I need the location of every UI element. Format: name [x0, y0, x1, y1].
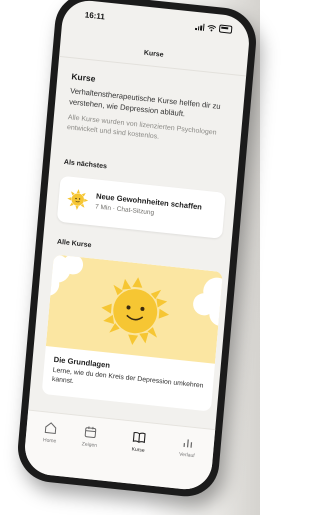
tab-zeigen[interactable]: Zeigen [71, 423, 109, 450]
course-illustration [41, 254, 223, 364]
phone-screen: 16:11 Kurse Kurse Verhaltenstherapeutisc… [22, 0, 252, 492]
sun-icon [67, 189, 89, 211]
tab-kurse-label: Kurse [131, 446, 145, 454]
course-description: Lerne, wie du den Kreis der Depression u… [51, 366, 204, 390]
book-icon [132, 431, 146, 444]
calendar-icon [84, 426, 97, 438]
all-courses-heading: Alle Kurse [56, 238, 92, 250]
chart-icon [183, 439, 193, 448]
status-time: 16:11 [84, 10, 106, 22]
tab-home-label: Home [42, 437, 57, 445]
tab-bar: Home Zeigen Kurse Verlauf [22, 409, 216, 492]
sun-illustration [41, 254, 223, 346]
next-session-card[interactable]: Neue Gewohnheiten schaffen 7 Min · Chat-… [56, 175, 226, 239]
status-icons [195, 22, 233, 34]
page-title: Kurse [59, 33, 249, 77]
signal-icon [195, 22, 205, 31]
next-section-heading: Als nächstes [63, 158, 108, 171]
tab-zeigen-label: Zeigen [81, 441, 98, 449]
course-card[interactable]: Die Grundlagen Lerne, wie du den Kreis d… [41, 254, 223, 412]
tab-home[interactable]: Home [31, 419, 69, 446]
intro-title: Kurse [71, 71, 96, 84]
tab-kurse[interactable]: Kurse [120, 428, 158, 455]
tab-verlauf[interactable]: Verlauf [169, 434, 207, 461]
home-icon [44, 422, 57, 435]
battery-icon [218, 24, 233, 34]
wifi-icon [207, 24, 217, 32]
phone-frame: 16:11 Kurse Kurse Verhaltenstherapeutisc… [15, 0, 259, 500]
tab-verlauf-label: Verlauf [178, 451, 195, 460]
